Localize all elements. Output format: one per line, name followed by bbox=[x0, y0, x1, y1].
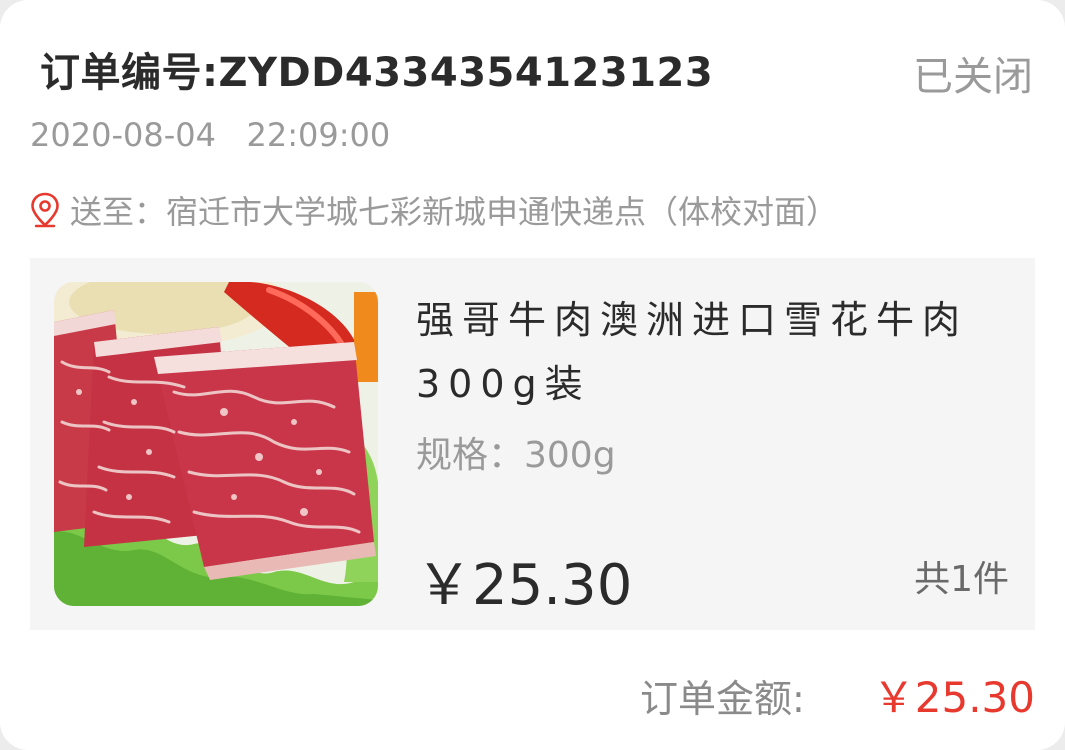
order-card[interactable]: 订单编号:ZYDD4334354123123 已关闭 2020-08-04 22… bbox=[0, 0, 1065, 750]
order-total-value: ￥25.30 bbox=[872, 673, 1035, 722]
order-total-label: 订单金额: bbox=[640, 677, 805, 721]
delivery-address: 送至： 宿迁市大学城七彩新城申通快递点（体校对面） bbox=[30, 188, 838, 232]
marbled-beef-image bbox=[54, 282, 378, 606]
product-quantity: 共1件 bbox=[914, 559, 1009, 600]
order-number: 订单编号:ZYDD4334354123123 bbox=[40, 40, 713, 98]
order-number-value: ZYDD4334354123123 bbox=[218, 50, 714, 96]
order-number-label: 订单编号: bbox=[40, 50, 219, 96]
order-datetime: 2020-08-04 22:09:00 bbox=[30, 116, 391, 154]
address-text: 宿迁市大学城七彩新城申通快递点（体校对面） bbox=[166, 193, 839, 231]
address-prefix: 送至： bbox=[70, 193, 167, 231]
product-price: ￥25.30 bbox=[416, 553, 633, 618]
product-title[interactable]: 强哥牛肉澳洲进口雪花牛肉300g装 bbox=[416, 288, 1016, 416]
product-image[interactable] bbox=[54, 282, 378, 606]
product-spec: 规格：300g bbox=[416, 435, 616, 476]
location-pin-icon bbox=[30, 192, 60, 228]
product-item[interactable]: 强哥牛肉澳洲进口雪花牛肉300g装 规格：300g ￥25.30 共1件 bbox=[30, 258, 1035, 630]
order-status: 已关闭 bbox=[913, 54, 1033, 100]
